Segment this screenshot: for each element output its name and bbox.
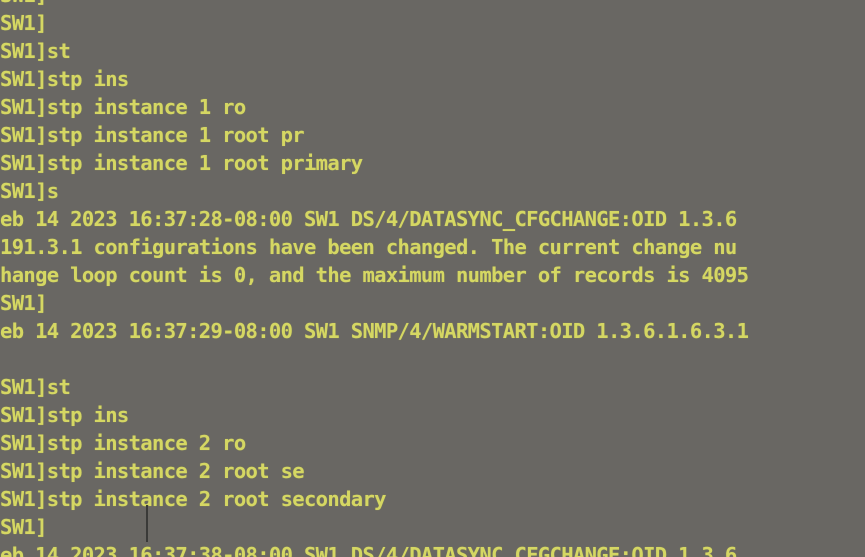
terminal-line: eb 14 2023 16:37:29-08:00 SW1 SNMP/4/WAR… — [0, 319, 749, 343]
terminal-line: SW1]stp instance 2 root se — [0, 459, 305, 483]
terminal-line: SW1]stp instance 2 root secondary — [0, 487, 386, 511]
terminal-line: eb 14 2023 16:37:28-08:00 SW1 DS/4/DATAS… — [0, 207, 737, 231]
terminal-line: SW1] — [0, 291, 47, 315]
terminal-line: SW1]stp instance 1 ro — [0, 95, 246, 119]
terminal-line: SW1]s — [0, 179, 59, 203]
text-caret — [146, 505, 148, 542]
terminal-line: hange loop count is 0, and the maximum n… — [0, 263, 749, 287]
terminal-output[interactable]: SW1] SW1] SW1]st SW1]stp ins SW1]stp instanc… — [0, 0, 865, 557]
terminal-line: SW1] — [0, 0, 865, 9]
terminal-line: SW1]stp instance 2 ro — [0, 431, 246, 455]
terminal-line: SW1] — [0, 515, 47, 539]
terminal-window[interactable]: SW1] SW1] SW1]st SW1]stp ins SW1]stp instanc… — [0, 0, 865, 557]
terminal-line: SW1]stp instance 1 root pr — [0, 123, 305, 147]
terminal-line: 191.3.1 configurations have been changed… — [0, 235, 737, 259]
terminal-line: SW1]st — [0, 375, 71, 399]
terminal-line: SW1]stp instance 1 root primary — [0, 151, 363, 175]
terminal-line: SW1]stp ins — [0, 67, 129, 91]
terminal-line: SW1]stp ins — [0, 403, 129, 427]
terminal-line: SW1] — [0, 11, 47, 35]
terminal-line: SW1]st — [0, 39, 71, 63]
terminal-line: eb 14 2023 16:37:38-08:00 SW1 DS/4/DATAS… — [0, 543, 737, 557]
